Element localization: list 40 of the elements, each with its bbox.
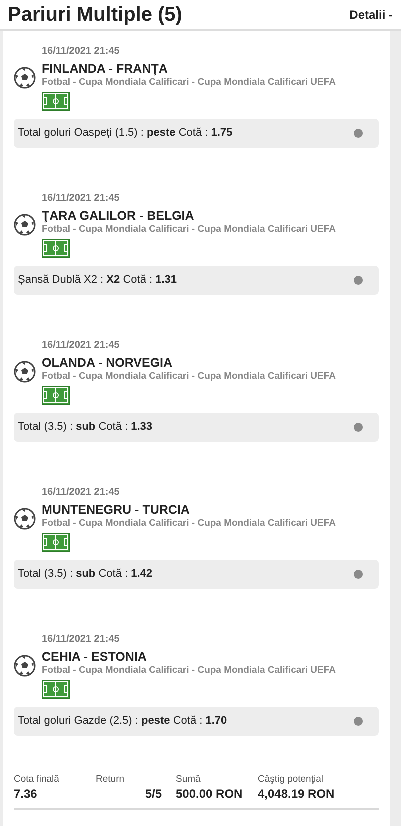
match-teams: MUNTENEGRU - TURCIA <box>42 502 191 518</box>
summary-label: Câştig potenţial <box>258 774 324 786</box>
league-name: Fotbal - Cupa Mondiala Calificari - Cupa Mondiala Calificari UEFA <box>42 518 338 530</box>
football-pitch-icon <box>42 680 70 699</box>
summary-value: 7.36 <box>14 786 38 802</box>
league-name: Fotbal - Cupa Mondiala Calificari - Cupa Mondiala Calificari UEFA <box>42 371 338 383</box>
bet-selection: Total goluri Oaspeți (1.5) : peste Cotă : 1.75 <box>18 126 233 142</box>
soccer-ball-icon <box>14 67 36 89</box>
summary-label: Sumă <box>176 774 202 786</box>
league-name: Fotbal - Cupa Mondiala Calificari - Cupa Mondiala Calificari UEFA <box>42 665 338 677</box>
summary-value: 5/5 <box>144 786 162 802</box>
bet-selection: Șansă Dublă X2 : X2 Cotă : 1.31 <box>18 273 178 288</box>
summary-label: Cota finală <box>14 774 60 786</box>
soccer-ball-icon <box>14 361 36 383</box>
match-date: 16/11/2021 21:45 <box>42 633 121 646</box>
football-pitch-icon <box>42 92 70 111</box>
league-name: Fotbal - Cupa Mondiala Calificari - Cupa Mondiala Calificari UEFA <box>42 224 338 236</box>
football-pitch-icon <box>42 533 70 552</box>
bet-selection: Total (3.5) : sub Cotă : 1.33 <box>18 420 153 436</box>
football-pitch-icon <box>42 239 70 258</box>
soccer-ball-icon <box>14 508 36 530</box>
summary-value: 4,048.19 RON <box>258 786 336 802</box>
bet-selection: Total goluri Gazde (2.5) : peste Cotă : 1.70 <box>18 714 228 730</box>
match-teams: CEHIA - ESTONIA <box>42 649 148 665</box>
league-name: Fotbal - Cupa Mondiala Calificari - Cupa Mondiala Calificari UEFA <box>42 77 338 89</box>
summary-label: Return <box>96 774 126 786</box>
football-pitch-icon <box>42 386 70 405</box>
match-date: 16/11/2021 21:45 <box>42 486 121 499</box>
page-title: Pariuri Multiple (5) <box>8 2 182 28</box>
match-teams: OLANDA - NORVEGIA <box>42 355 174 371</box>
bet-selection: Total (3.5) : sub Cotă : 1.42 <box>18 567 153 582</box>
soccer-ball-icon <box>14 655 36 677</box>
match-teams: FINLANDA - FRANŢA <box>42 61 169 77</box>
match-teams: ŢARA GALILOR - BELGIA <box>42 208 196 224</box>
match-date: 16/11/2021 21:45 <box>42 339 121 352</box>
soccer-ball-icon <box>14 214 36 236</box>
summary-value: 500.00 RON <box>176 786 244 802</box>
match-date: 16/11/2021 21:45 <box>42 192 121 205</box>
details-toggle[interactable]: Detalii - <box>350 6 393 24</box>
match-date: 16/11/2021 21:45 <box>42 45 121 58</box>
